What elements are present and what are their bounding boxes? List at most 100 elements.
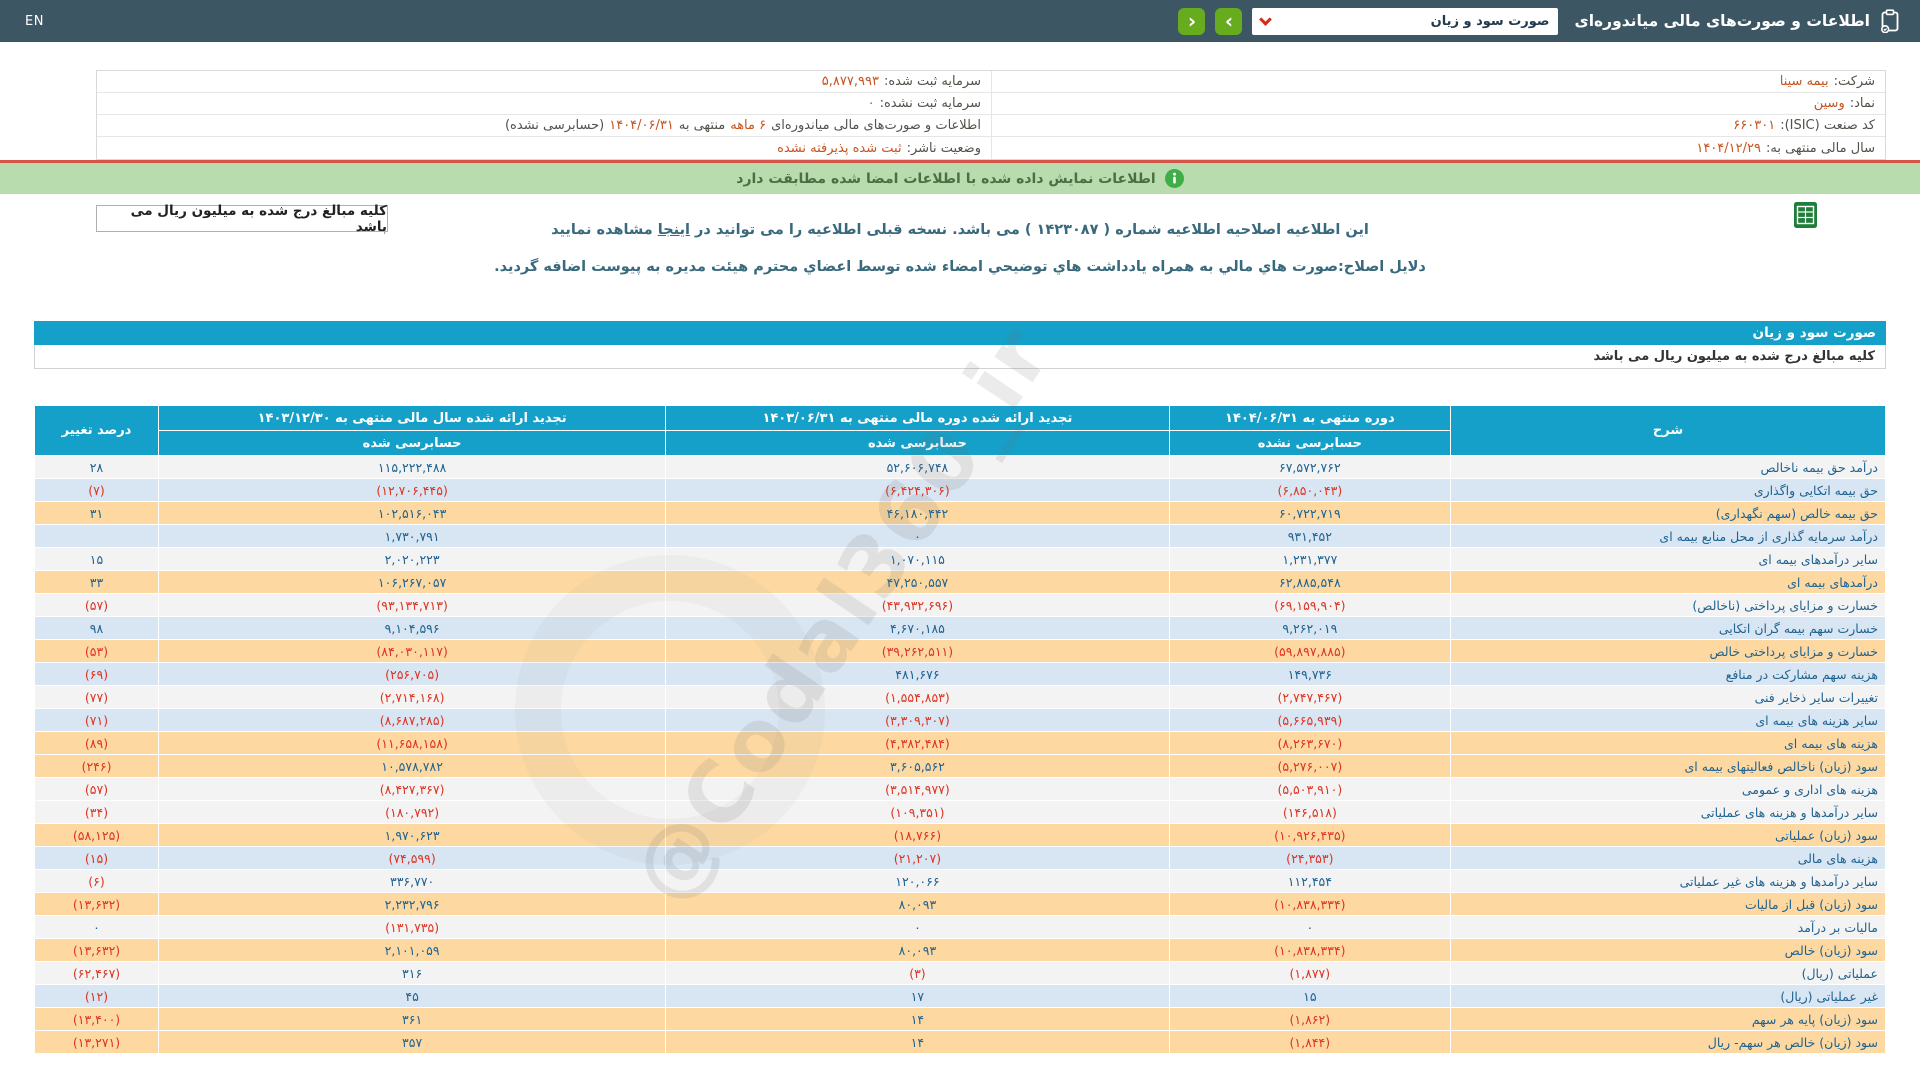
period-end-date: ۱۴۰۴/۰۶/۳۱ (609, 118, 674, 133)
row-label: حق بیمه خالص (سهم نگهداری) (1450, 501, 1886, 525)
value-current-period: (۲۴,۳۵۳) (1168, 846, 1452, 870)
value-restated-period: ۸۰,۰۹۳ (665, 938, 1170, 962)
value-change-percent: ۳۳ (33, 570, 160, 594)
value-change-percent: ۹۸ (33, 616, 160, 640)
value-current-period: (۵۹,۸۹۷,۸۸۵) (1168, 639, 1452, 663)
chevron-down-icon (1259, 12, 1273, 26)
info-icon (1164, 169, 1184, 188)
value-change-percent (33, 524, 160, 548)
value-restated-year: ۳۵۷ (158, 1030, 667, 1054)
statement-unit-note: کلیه مبالغ درج شده به میلیون ریال می باش… (34, 345, 1886, 369)
value-change-percent: ۲۸ (33, 455, 160, 479)
row-label: سود (زیان) پایه هر سهم (1450, 1007, 1886, 1031)
value-current-period: ۶۰,۷۲۲,۷۱۹ (1168, 501, 1452, 525)
value-current-period: (۱۰,۹۲۶,۴۳۵) (1168, 823, 1452, 847)
value-restated-year: ۱۰۲,۵۱۶,۰۴۳ (158, 501, 667, 525)
period-months: ۶ ماهه (730, 118, 767, 133)
header-description: شرح (1450, 405, 1886, 456)
value-current-period: (۱,۸۴۴) (1168, 1030, 1452, 1054)
value-restated-period: ۱۴ (665, 1007, 1170, 1031)
value-restated-year: ۱,۹۷۰,۶۲۳ (158, 823, 667, 847)
value-change-percent: (۷۷) (33, 685, 160, 709)
table-row: درآمد سرمایه گذاری از محل منابع بیمه ای ۹… (33, 524, 1886, 548)
row-label: هزینه های بیمه ای (1450, 731, 1886, 755)
value-restated-period: (۳,۵۱۴,۹۷۷) (665, 777, 1170, 801)
value-restated-period: ۸۰,۰۹۳ (665, 892, 1170, 916)
table-row: خسارت و مزایای پرداختی خالص (۵۹,۸۹۷,۸۸۵)(… (33, 639, 1886, 663)
fiscal-year-value: ۱۴۰۴/۱۲/۲۹ (1696, 140, 1761, 156)
registered-capital-value: ۵,۸۷۷,۹۹۳ (821, 74, 879, 89)
value-current-period: ۶۷,۵۷۲,۷۶۲ (1168, 455, 1452, 479)
row-label: سود (زیان) قبل از مالیات (1450, 892, 1886, 916)
statement-select[interactable]: صورت سود و زیان (1252, 7, 1559, 35)
value-change-percent: (۷۱) (33, 708, 160, 732)
value-restated-year: (۹۳,۱۳۴,۷۱۳) (158, 593, 667, 617)
value-restated-year: ۹,۱۰۴,۵۹۶ (158, 616, 667, 640)
prev-statement-button[interactable]: ‹ (1178, 7, 1206, 35)
value-restated-year: (۸,۴۲۷,۳۶۷) (158, 777, 667, 801)
value-restated-period: ۴۶,۱۸۰,۴۴۲ (665, 501, 1170, 525)
value-restated-period: (۶,۴۲۴,۳۰۶) (665, 478, 1170, 502)
row-label: سایر درآمدها و هزینه های عملیاتی (1450, 800, 1886, 824)
value-change-percent: (۱۳,۶۳۲) (33, 892, 160, 916)
value-change-percent: (۵۳) (33, 639, 160, 663)
row-label: سایر هزینه های بیمه ای (1450, 708, 1886, 732)
header-restated-year-audit: حسابرسی شده (158, 430, 667, 456)
value-restated-year: (۲,۷۱۴,۱۶۸) (158, 685, 667, 709)
row-label: سود (زیان) خالص (1450, 938, 1886, 962)
value-restated-period: ۱,۰۷۰,۱۱۵ (665, 547, 1170, 571)
value-change-percent: (۵۷) (33, 593, 160, 617)
publisher-status-value: ثبت شده پذیرفته نشده (777, 140, 902, 156)
value-change-percent: (۲۴۶) (33, 754, 160, 778)
clipboard-icon (1880, 9, 1900, 33)
value-restated-year: (۸,۶۸۷,۲۸۵) (158, 708, 667, 732)
value-change-percent: (۶۲,۴۶۷) (33, 961, 160, 985)
value-restated-period: ۰ (665, 524, 1170, 548)
header-restated-period-audit: حسابرسی شده (665, 430, 1170, 456)
header-restated-period: تجدید ارائه شده دوره مالی منتهی به ۱۴۰۳/… (665, 405, 1170, 431)
table-row: سود (زیان) پایه هر سهم (۱,۸۶۲) ۱۴ ۳۶۱ (۱۳,۴۰… (33, 1007, 1886, 1031)
isic-label: کد صنعت (ISIC): (1780, 118, 1875, 133)
value-restated-year: ۱۰۶,۲۶۷,۰۵۷ (158, 570, 667, 594)
row-label: سایر درآمدها و هزینه های غیر عملیاتی (1450, 869, 1886, 893)
value-current-period: ۶۲,۸۸۵,۵۴۸ (1168, 570, 1452, 594)
publisher-status-row: وضعیت ناشر: ثبت شده پذیرفته نشده (97, 137, 991, 159)
period-text-2: منتهی به (678, 118, 726, 133)
table-row: هزینه های بیمه ای (۸,۲۶۳,۶۷۰) (۴,۳۸۲,۴۸۴)(… (33, 731, 1886, 755)
row-label: حق بیمه اتکایی واگذاری (1450, 478, 1886, 502)
amendment-text-b: مشاهده نمایید (551, 222, 653, 238)
unregistered-capital-label: سرمایه ثبت نشده: (879, 96, 981, 111)
value-change-percent: ۱۵ (33, 547, 160, 571)
row-label: خسارت و مزایای پرداختی (ناخالص) (1450, 593, 1886, 617)
value-current-period: (۱۰,۸۳۸,۳۳۴) (1168, 938, 1452, 962)
value-restated-year: (۸۴,۰۳۰,۱۱۷) (158, 639, 667, 663)
page-title: اطلاعات و صورت‌های مالی میاندوره‌ای (1574, 12, 1870, 30)
value-change-percent: (۱۳,۶۳۲) (33, 938, 160, 962)
english-language-link[interactable]: EN (25, 14, 44, 29)
value-restated-period: ۴۷,۲۵۰,۵۵۷ (665, 570, 1170, 594)
value-change-percent: ۳۱ (33, 501, 160, 525)
amendment-notice: این اطلاعیه اصلاحیه اطلاعیه شماره ( ۱۴۲۳… (0, 222, 1920, 238)
row-label: مالیات بر درآمد (1450, 915, 1886, 939)
table-row: سایر درآمدهای بیمه ای ۱,۲۳۱,۳۷۷ ۱,۰۷۰,۱۱۵ ۲… (33, 547, 1886, 571)
company-info-section: شرکت: بیمه سینا سرمایه ثبت شده: ۵,۸۷۷,۹۹… (96, 70, 1886, 160)
value-current-period: ۰ (1168, 915, 1452, 939)
income-table-header: شرح دوره منتهی به ۱۴۰۴/۰۶/۳۱ تجدید ارائه… (33, 405, 1886, 456)
value-change-percent: (۶۹) (33, 662, 160, 686)
value-restated-year: ۴۵ (158, 984, 667, 1008)
company-name-row: شرکت: بیمه سینا (991, 71, 1885, 93)
header-current-period-audit: حسابرسی نشده (1168, 430, 1452, 456)
value-restated-year: (۱۱,۶۵۸,۱۵۸) (158, 731, 667, 755)
table-row: سایر درآمدها و هزینه های غیر عملیاتی ۱۱۲,… (33, 869, 1886, 893)
company-info-table: شرکت: بیمه سینا سرمایه ثبت شده: ۵,۸۷۷,۹۹… (96, 70, 1886, 160)
registered-capital-row: سرمایه ثبت شده: ۵,۸۷۷,۹۹۳ (97, 71, 991, 93)
value-restated-period: ۰ (665, 915, 1170, 939)
row-label: سود (زیان) ناخالص فعالیتهای بیمه ای (1450, 754, 1886, 778)
isic-value: ۶۶۰۳۰۱ (1733, 118, 1776, 133)
previous-version-link[interactable]: اینجا (658, 222, 690, 238)
value-current-period: (۵,۵۰۳,۹۱۰) (1168, 777, 1452, 801)
value-restated-year: ۲,۰۲۰,۲۲۳ (158, 547, 667, 571)
next-statement-button[interactable]: › (1215, 7, 1243, 35)
value-restated-year: ۱,۷۳۰,۷۹۱ (158, 524, 667, 548)
value-change-percent: (۷) (33, 478, 160, 502)
